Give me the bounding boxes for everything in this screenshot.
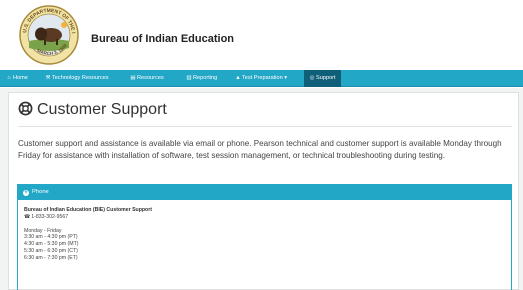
- hours-pt: 3:30 am - 4:30 pm (PT): [24, 234, 78, 241]
- site-header: U.S. DEPARTMENT OF THE INTERIOR MARCH 3,…: [0, 0, 523, 70]
- panel-heading-label: Phone: [32, 189, 49, 195]
- nav-reporting[interactable]: ▥Reporting: [186, 70, 217, 87]
- hours-mt: 4:30 am - 5:30 pm (MT): [24, 241, 79, 248]
- main-content: Customer Support Customer support and as…: [8, 92, 519, 290]
- home-icon: ⌂: [7, 75, 11, 81]
- bar-chart-icon: ▥: [186, 75, 192, 81]
- hours-ct: 5:30 am - 6:30 pm (CT): [24, 247, 78, 254]
- plus-circle-icon: +: [23, 190, 29, 196]
- mortarboard-icon: ▲: [235, 75, 241, 81]
- nav-resources[interactable]: ▤Resources: [130, 70, 164, 87]
- wrench-icon: ⚒: [45, 75, 51, 81]
- lifebuoy-icon: ◎: [309, 75, 315, 81]
- hours-et: 6:30 am - 7:30 pm (ET): [24, 254, 78, 261]
- nav-label: Technology Resources: [52, 75, 109, 81]
- panel-heading[interactable]: + Phone: [18, 185, 511, 200]
- intro-paragraph: Customer support and assistance is avail…: [18, 139, 502, 160]
- nav-label: Reporting: [193, 75, 218, 81]
- nav-label: Home: [13, 75, 28, 81]
- support-days: Monday - Friday: [24, 227, 62, 234]
- page-title: Customer Support: [18, 101, 167, 119]
- phone-icon: ☎: [24, 213, 31, 220]
- doi-seal-logo[interactable]: U.S. DEPARTMENT OF THE INTERIOR MARCH 3,…: [16, 4, 82, 66]
- panel-body: Bureau of Indian Education (BIE) Custome…: [18, 200, 511, 269]
- site-title: Bureau of Indian Education: [91, 33, 235, 45]
- lifebuoy-icon: [18, 101, 33, 116]
- phone-panel: + Phone Bureau of Indian Education (BIE) …: [17, 184, 512, 290]
- phone-number[interactable]: 1-833-302-9567: [31, 214, 68, 220]
- page-title-text: Customer Support: [37, 101, 167, 118]
- nav-support[interactable]: ◎ Support: [304, 70, 341, 87]
- files-icon: ▤: [130, 75, 136, 81]
- title-divider: [18, 126, 512, 127]
- nav-label: Resources: [137, 75, 164, 81]
- nav-test-preparation[interactable]: ▲Test Preparation ▾: [235, 70, 287, 87]
- nav-label: Support: [316, 75, 336, 81]
- nav-label: Test Preparation ▾: [242, 75, 288, 81]
- nav-home[interactable]: ⌂ Home: [6, 70, 28, 87]
- org-name: Bureau of Indian Education (BIE) Custome…: [24, 207, 152, 213]
- main-nav: ⌂ Home ⚒ Technology Resources ▤Resources ▥…: [0, 70, 523, 87]
- phone-line: ☎1-833-302-9567: [24, 214, 505, 221]
- nav-technology-resources[interactable]: ⚒ Technology Resources: [45, 70, 109, 87]
